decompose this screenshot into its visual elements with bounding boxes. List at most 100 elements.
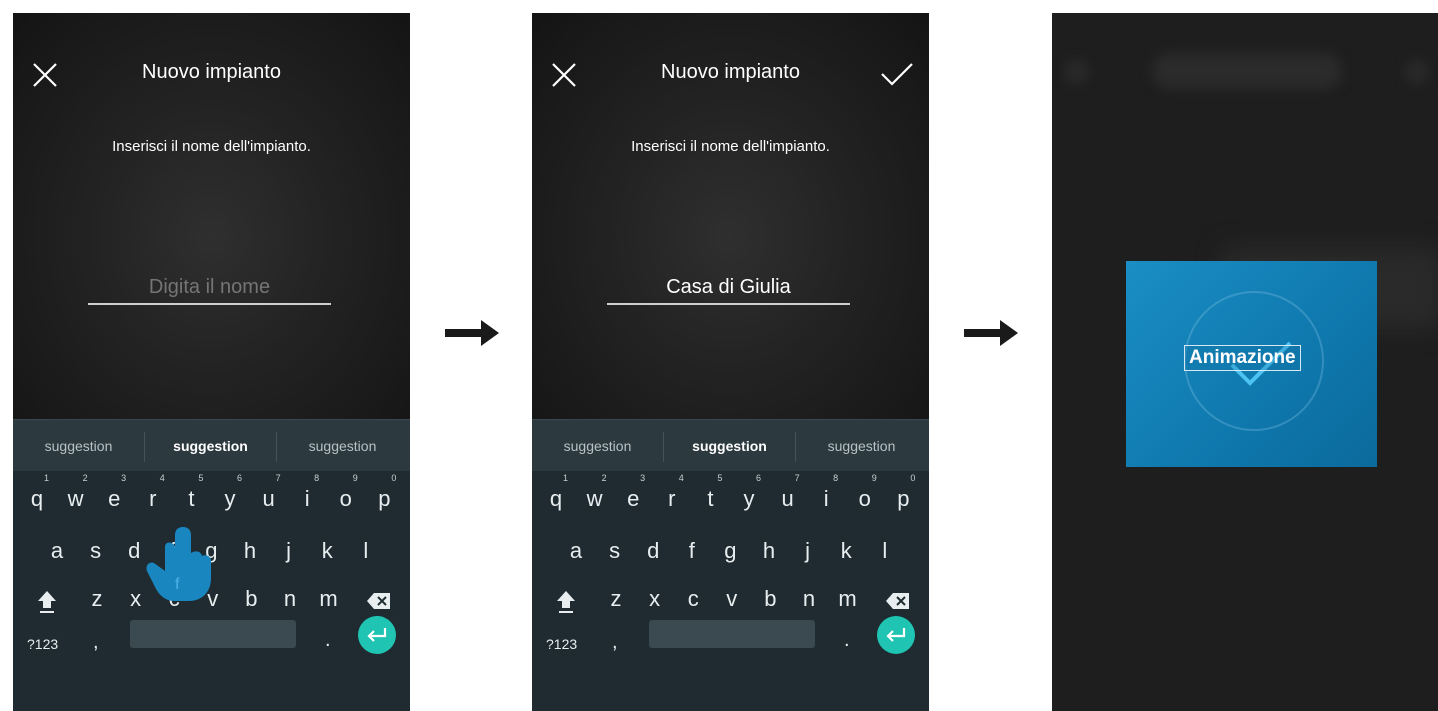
key-y[interactable]: y6 [212, 473, 248, 519]
arrow-right-icon [445, 320, 499, 346]
key-h[interactable]: h [751, 531, 787, 571]
suggestion-item[interactable]: suggestion [532, 420, 663, 472]
key-b[interactable]: b [752, 579, 788, 619]
key-hint: 0 [910, 473, 916, 483]
period-key[interactable]: . [325, 629, 331, 652]
key-hint: 9 [352, 473, 358, 483]
comma-key[interactable]: , [93, 631, 99, 654]
key-p[interactable]: p0 [885, 473, 921, 519]
key-n[interactable]: n [791, 579, 827, 619]
key-t[interactable]: t5 [173, 473, 209, 519]
comma-key[interactable]: , [612, 631, 618, 654]
key-hint: 8 [833, 473, 839, 483]
key-l[interactable]: l [867, 531, 903, 571]
key-s[interactable]: s [597, 531, 633, 571]
key-z[interactable]: z [79, 579, 115, 619]
key-y[interactable]: y6 [731, 473, 767, 519]
key-hint: 2 [82, 473, 88, 483]
page-title: Nuovo impianto [142, 61, 281, 83]
key-x[interactable]: x [637, 579, 673, 619]
key-j[interactable]: j [790, 531, 826, 571]
suggestion-item[interactable]: suggestion [277, 420, 408, 472]
key-l[interactable]: l [348, 531, 384, 571]
key-g[interactable]: g [712, 531, 748, 571]
key-i[interactable]: i8 [808, 473, 844, 519]
period-key[interactable]: . [844, 629, 850, 652]
key-area: q1w2e3r4t5y6u7i8o9p0 asdfghjkl zxcvbnm ?123… [532, 471, 929, 711]
key-hint: 7 [275, 473, 281, 483]
key-hint: 9 [871, 473, 877, 483]
key-hint: 5 [717, 473, 723, 483]
key-i[interactable]: i8 [289, 473, 325, 519]
key-hint: 2 [601, 473, 607, 483]
key-o[interactable]: o9 [328, 473, 364, 519]
key-n[interactable]: n [272, 579, 308, 619]
key-v[interactable]: v [714, 579, 750, 619]
key-z[interactable]: z [598, 579, 634, 619]
key-hint: 6 [236, 473, 242, 483]
enter-icon[interactable] [358, 616, 396, 654]
key-r[interactable]: r4 [654, 473, 690, 519]
backspace-icon[interactable] [876, 581, 916, 621]
key-k[interactable]: k [309, 531, 345, 571]
blurred-check-icon [1404, 59, 1430, 85]
arrow-right-icon [964, 320, 1018, 346]
space-bar[interactable] [649, 620, 815, 648]
key-u[interactable]: u7 [251, 473, 287, 519]
symbols-key[interactable]: ?123 [546, 636, 577, 652]
system-name-input[interactable] [88, 271, 331, 305]
key-w[interactable]: w2 [58, 473, 94, 519]
top-bar: Nuovo impianto [13, 13, 410, 133]
suggestion-item[interactable]: suggestion [13, 420, 144, 472]
space-bar[interactable] [130, 620, 296, 648]
top-bar: Nuovo impianto [532, 13, 929, 133]
key-a[interactable]: a [39, 531, 75, 571]
key-hint: 4 [159, 473, 165, 483]
key-hint: 3 [121, 473, 127, 483]
key-e[interactable]: e3 [615, 473, 651, 519]
screen-filled-name: Nuovo impianto Inserisci il nome dell'im… [532, 13, 929, 711]
key-w[interactable]: w2 [577, 473, 613, 519]
instruction-text: Inserisci il nome dell'impianto. [112, 138, 311, 155]
suggestion-item[interactable]: suggestion [796, 420, 927, 472]
symbols-key[interactable]: ?123 [27, 636, 58, 652]
key-h[interactable]: h [232, 531, 268, 571]
key-hint: 1 [562, 473, 568, 483]
key-o[interactable]: o9 [847, 473, 883, 519]
suggestion-bar: suggestion suggestion suggestion [13, 419, 410, 472]
key-u[interactable]: u7 [770, 473, 806, 519]
key-m[interactable]: m [311, 579, 347, 619]
key-e[interactable]: e3 [96, 473, 132, 519]
check-icon[interactable] [879, 59, 915, 91]
key-q[interactable]: q1 [538, 473, 574, 519]
screen-empty-name: Nuovo impianto Inserisci il nome dell'im… [13, 13, 410, 711]
suggestion-item[interactable]: suggestion [664, 420, 795, 472]
key-r[interactable]: r4 [135, 473, 171, 519]
success-animation: Animazione [1126, 261, 1377, 467]
shift-icon[interactable] [29, 581, 65, 621]
key-s[interactable]: s [78, 531, 114, 571]
key-a[interactable]: a [558, 531, 594, 571]
key-hint: 0 [391, 473, 397, 483]
key-hint: 5 [198, 473, 204, 483]
key-j[interactable]: j [271, 531, 307, 571]
key-p[interactable]: p0 [366, 473, 402, 519]
key-b[interactable]: b [233, 579, 269, 619]
key-f[interactable]: f [674, 531, 710, 571]
key-hint: 4 [678, 473, 684, 483]
suggestion-item[interactable]: suggestion [145, 420, 276, 472]
key-k[interactable]: k [828, 531, 864, 571]
blurred-close-icon [1064, 59, 1090, 85]
key-m[interactable]: m [830, 579, 866, 619]
key-c[interactable]: c [675, 579, 711, 619]
key-d[interactable]: d [635, 531, 671, 571]
backspace-icon[interactable] [357, 581, 397, 621]
instruction-text: Inserisci il nome dell'impianto. [631, 138, 830, 155]
key-q[interactable]: q1 [19, 473, 55, 519]
system-name-input[interactable] [607, 271, 850, 305]
animation-label: Animazione [1184, 345, 1301, 371]
key-hint: 6 [755, 473, 761, 483]
key-t[interactable]: t5 [692, 473, 728, 519]
shift-icon[interactable] [548, 581, 584, 621]
enter-icon[interactable] [877, 616, 915, 654]
